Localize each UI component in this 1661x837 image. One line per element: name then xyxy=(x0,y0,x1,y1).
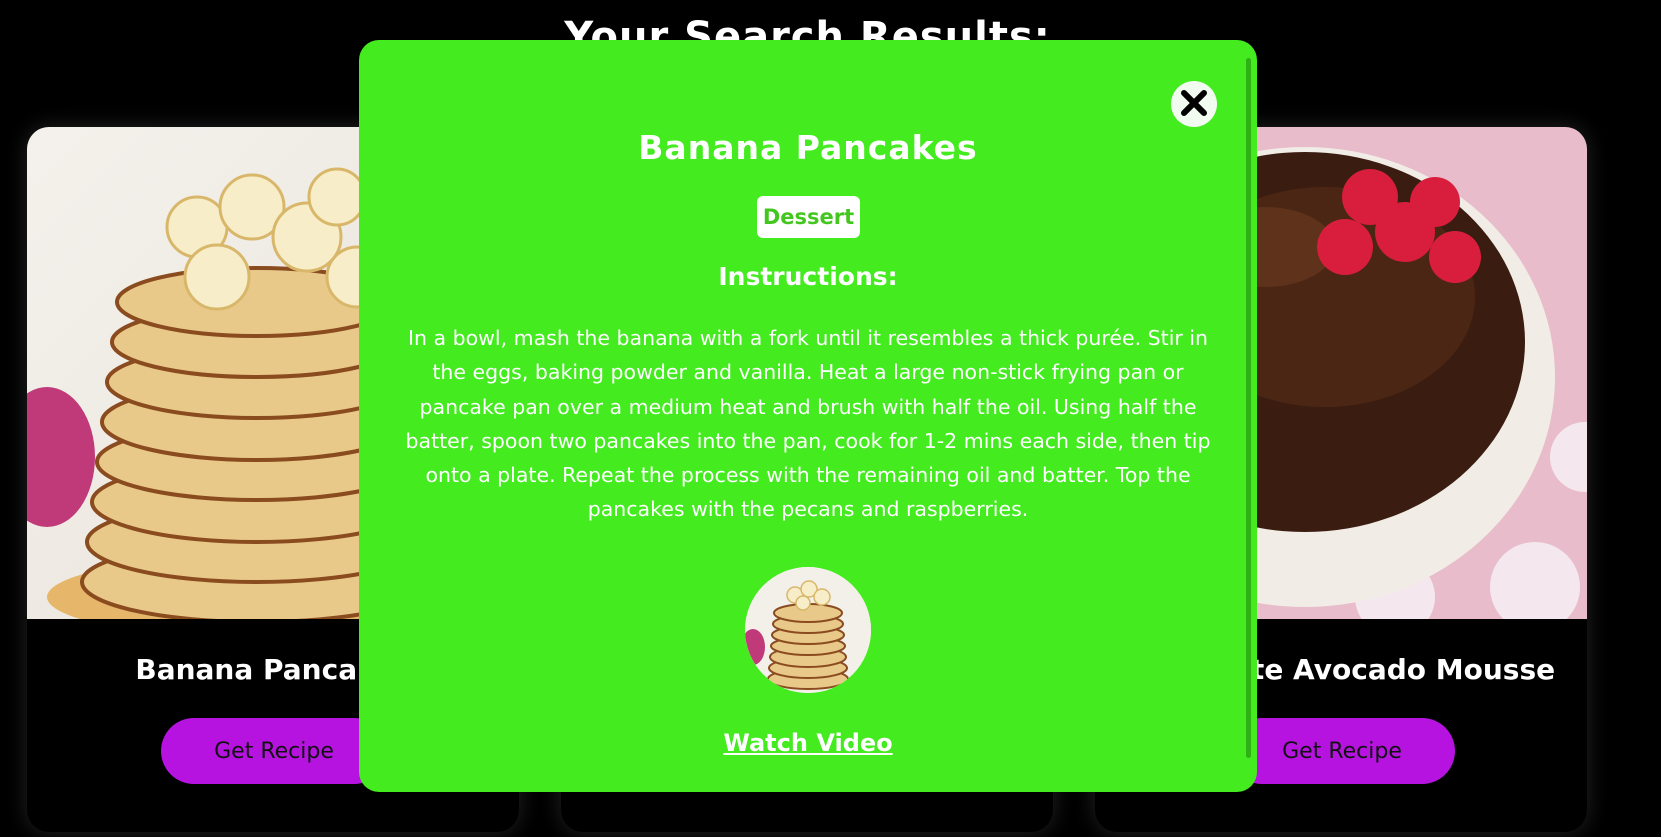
instructions-text: In a bowl, mash the banana with a fork u… xyxy=(405,326,1211,522)
instructions-heading: Instructions: xyxy=(718,262,898,291)
close-icon xyxy=(1179,88,1209,121)
page: Your Search Results: Banana Pancakes Get… xyxy=(0,0,1661,837)
recipe-thumbnail xyxy=(745,567,871,693)
category-badge: Dessert xyxy=(757,196,860,238)
close-button[interactable] xyxy=(1171,81,1217,127)
recipe-modal: Banana Pancakes Dessert Instructions: In… xyxy=(359,40,1257,792)
modal-title: Banana Pancakes xyxy=(638,128,978,167)
watch-video-link[interactable]: Watch Video xyxy=(359,729,1257,757)
modal-overlay: Banana Pancakes Dessert Instructions: In… xyxy=(0,0,1661,837)
